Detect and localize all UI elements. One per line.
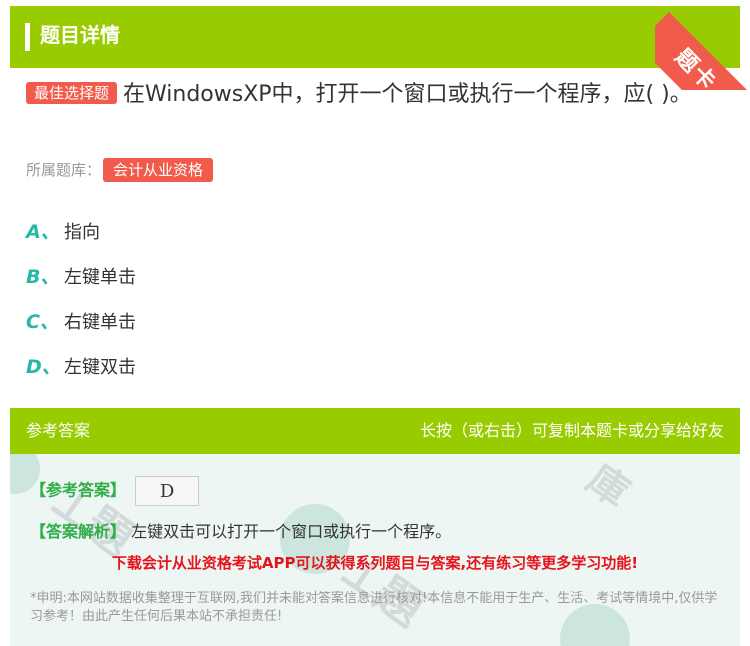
option-letter: B、 — [26, 266, 60, 288]
detail-header: 题目详情 — [10, 6, 740, 68]
option-text: 左键双击 — [64, 356, 136, 378]
option-b[interactable]: B、 左键单击 — [26, 253, 136, 298]
question-bank-label: 所属题库： — [26, 161, 102, 179]
share-hint: 长按（或右击）可复制本题卡或分享给好友 — [419, 421, 724, 440]
analysis-label: 【答案解析】 — [30, 522, 127, 541]
option-text: 指向 — [64, 221, 100, 243]
page-title: 题目详情 — [40, 23, 120, 47]
option-a[interactable]: A、 指向 — [26, 208, 136, 253]
option-letter: D、 — [26, 356, 61, 378]
reference-answer-image: D — [135, 476, 200, 506]
analysis-text: 左键双击可以打开一个窗口或执行一个程序。 — [131, 522, 452, 541]
disclaimer-text: *申明:本网站数据收集整理于互联网,我们并未能对答案信息进行核对!本信息不能用于… — [30, 591, 718, 624]
header-accent-bar — [25, 23, 30, 51]
option-d[interactable]: D、 左键双击 — [26, 343, 136, 388]
answer-header-title: 参考答案 — [26, 421, 91, 440]
option-text: 右键单击 — [64, 311, 136, 333]
option-c[interactable]: C、 右键单击 — [26, 298, 136, 343]
answer-panel: ⊥題 ⊥題 庫 【参考答案】 D 【答案解析】 左键双击可以打开一个窗口或执行一… — [10, 454, 740, 646]
analysis-row: 【答案解析】 左键双击可以打开一个窗口或执行一个程序。 — [30, 520, 451, 544]
option-list: A、 指向 B、 左键单击 C、 右键单击 D、 左键双击 — [26, 208, 136, 388]
question-card-corner[interactable]: 题卡 — [655, 0, 750, 90]
question-type-badge: 最佳选择题 — [26, 82, 118, 104]
watermark-logo: 庫 — [578, 455, 638, 517]
option-letter: A、 — [26, 221, 60, 243]
reference-answer-row: 【参考答案】 D — [30, 476, 200, 506]
reference-answer-label: 【参考答案】 — [30, 480, 127, 500]
option-letter: C、 — [26, 311, 59, 333]
question-bank-tag[interactable]: 会计从业资格 — [103, 158, 214, 182]
question-text: 在WindowsXP中，打开一个窗口或执行一个程序，应( )。 — [123, 82, 692, 107]
option-text: 左键单击 — [64, 266, 136, 288]
question-stem: 最佳选择题 在WindowsXP中，打开一个窗口或执行一个程序，应( )。 — [26, 78, 726, 112]
app-download-link[interactable]: 下载会计从业资格考试APP可以获得系列题目与答案,还有练习等更多学习功能! — [10, 552, 740, 574]
answer-header: 参考答案 长按（或右击）可复制本题卡或分享给好友 — [10, 408, 740, 454]
question-bank: 所属题库： 会计从业资格 — [26, 157, 214, 183]
